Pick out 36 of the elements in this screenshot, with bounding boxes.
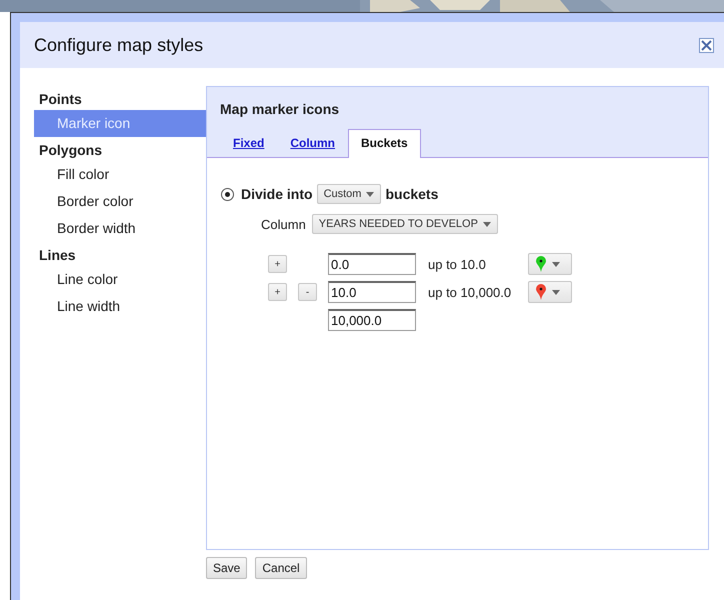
range-label: up to 10.0 (428, 256, 487, 272)
caret-icon (552, 290, 560, 294)
tab[interactable]: Buckets (348, 129, 421, 158)
sidebar-item[interactable]: Border color (34, 188, 206, 215)
remove-button[interactable]: - (298, 283, 317, 302)
radio-button[interactable] (221, 188, 234, 200)
buckets-label: buckets (385, 186, 438, 202)
column-dropdown[interactable]: YEARS NEEDED TO DEVELOP (312, 214, 498, 234)
caret-icon (552, 262, 560, 266)
column-label: Column (261, 216, 306, 232)
sidebar-item[interactable]: Line color (34, 266, 206, 293)
input-field[interactable]: 10.0 (328, 281, 416, 303)
dialog-button[interactable]: Save (206, 557, 248, 579)
dialog-title: Configure map styles (34, 34, 204, 56)
dialog-button[interactable]: Cancel (255, 557, 307, 579)
add-button[interactable]: + (268, 283, 287, 302)
sidebar-heading: Points (38, 90, 83, 109)
marker-dropdown[interactable] (528, 281, 572, 303)
sidebar-heading: Polygons (38, 141, 104, 160)
sidebar-item[interactable]: Fill color (34, 161, 206, 188)
close-icon[interactable] (699, 38, 714, 52)
caret-icon (482, 222, 491, 226)
panel-title: Map marker icons (220, 101, 340, 117)
tab[interactable]: Fixed (220, 129, 278, 158)
input-field[interactable]: 0.0 (328, 253, 416, 275)
sidebar-heading: Lines (38, 246, 77, 265)
bucket-mode-dropdown[interactable]: Custom (316, 184, 382, 204)
range-label: up to 10,000.0 (428, 284, 512, 300)
caret-icon (366, 192, 374, 196)
sidebar-item[interactable]: Line width (34, 293, 206, 320)
input-field[interactable]: 10,000.0 (328, 309, 416, 331)
marker-dropdown[interactable] (528, 253, 572, 275)
tab[interactable]: Column (277, 129, 348, 158)
sidebar-item[interactable]: Border width (34, 215, 206, 242)
divide-label: Divide into (241, 186, 313, 202)
add-button[interactable]: + (268, 255, 287, 274)
